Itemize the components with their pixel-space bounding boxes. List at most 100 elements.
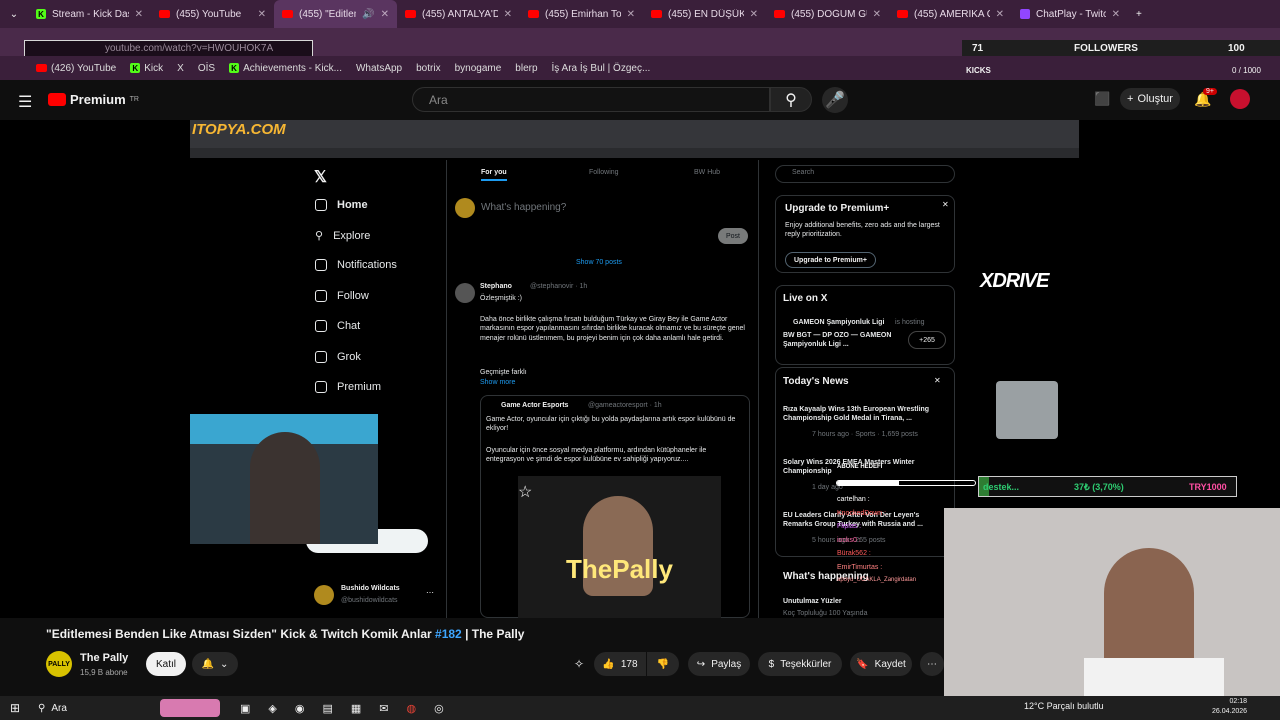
close-icon[interactable]: ✕ [873, 9, 881, 20]
premium-button[interactable]: Upgrade to Premium+ [785, 252, 876, 268]
bookmark-x[interactable]: X [177, 63, 184, 74]
sub-goal-label: ABONE HEDEFİ [837, 464, 883, 470]
post-author[interactable]: Stephano [480, 283, 512, 290]
close-icon[interactable]: ✕ [627, 9, 635, 20]
x-nav-premium[interactable]: Premium [315, 381, 381, 393]
mic-icon[interactable]: 🎤 [822, 87, 848, 113]
channel-name[interactable]: The Pally [80, 652, 128, 664]
account-avatar[interactable] [314, 585, 334, 605]
url-field[interactable]: youtube.com/watch?v=HWOUHOK7A [24, 40, 313, 57]
youtube-logo[interactable]: Premium TR [48, 92, 139, 107]
bookmark-blerp[interactable]: blerp [515, 63, 537, 74]
search-button[interactable]: ⚲ [770, 87, 812, 112]
twitch-favicon-icon [1020, 9, 1030, 19]
store-icon[interactable]: ▦ [351, 702, 361, 715]
dollar-icon: $ [768, 658, 775, 670]
bookmark-is-ara[interactable]: İş Ara İş Bul | Özgeç... [552, 63, 651, 74]
windows-start-icon[interactable]: ⊞ [0, 701, 30, 715]
quote-author: Game Actor Esports [501, 402, 569, 409]
tab-for-you[interactable]: For you [481, 169, 507, 181]
task-view-icon[interactable]: ▣ [240, 702, 250, 715]
clock[interactable]: 02:18 26.04.2026 [1212, 697, 1247, 717]
tab-3[interactable]: (455) ANTALYA'DA R✕ [397, 0, 520, 28]
x-search-input[interactable]: Search [775, 165, 955, 183]
new-tab-icon[interactable]: + [1128, 9, 1150, 20]
search-input[interactable]: Ara [412, 87, 770, 112]
create-button[interactable]: + Oluştur [1120, 88, 1180, 110]
trend-item[interactable]: Unutulmaz Yüzler [783, 597, 842, 606]
post-line1: Özleşmiştik :) [480, 295, 522, 302]
show-more-link[interactable]: Show more [480, 378, 515, 387]
sponsor-logo: XDRIVE [980, 270, 1049, 292]
file-explorer-icon[interactable]: ▤ [322, 702, 332, 715]
x-nav-follow[interactable]: Follow [315, 290, 369, 302]
tab-2[interactable]: (455) "Editleme🔊✕ [274, 0, 397, 28]
subscribe-bell-button[interactable]: 🔔 ⌄ [192, 652, 238, 676]
obs-icon[interactable]: ◎ [434, 702, 444, 715]
x-nav-home[interactable]: Home [315, 199, 368, 211]
notification-badge: 9+ [1203, 88, 1217, 95]
save-button[interactable]: 🔖 Kaydet [850, 652, 912, 676]
close-icon[interactable]: ✕ [258, 9, 266, 20]
quote-media[interactable]: ThePally ☆ [518, 476, 721, 618]
like-button[interactable]: 👍 178 [594, 652, 646, 676]
hashtag-link[interactable]: #182 [435, 627, 462, 641]
speaker-icon[interactable]: 🔊 [362, 9, 374, 20]
share-button[interactable]: ↪ Paylaş [688, 652, 750, 676]
close-icon[interactable]: ✕ [996, 9, 1004, 20]
sub-goal-bar [836, 480, 976, 486]
tab-search-icon[interactable]: ⌄ [0, 9, 28, 20]
bookmark-kick[interactable]: K Kick [130, 63, 163, 74]
tab-following[interactable]: Following [589, 169, 619, 176]
tab-5[interactable]: (455) EN DÜŞÜK PUA✕ [643, 0, 766, 28]
bookmark-achievements[interactable]: K Achievements - Kick... [229, 63, 342, 74]
bookmark-youtube[interactable]: (426) YouTube [36, 63, 116, 74]
close-icon[interactable]: ✕ [135, 9, 143, 20]
outlook-icon[interactable]: ✉ [379, 702, 388, 715]
post-button[interactable]: Post [718, 228, 748, 244]
bookmark-whatsapp[interactable]: WhatsApp [356, 63, 402, 74]
dislike-button[interactable]: 👎 [647, 652, 679, 676]
copilot-icon[interactable]: ◈ [268, 702, 276, 715]
thanks-button[interactable]: $ Teşekkürler [758, 652, 842, 676]
x-nav-notifications[interactable]: Notifications [315, 259, 397, 271]
tab-bw-hub[interactable]: BW Hub [694, 169, 720, 176]
close-icon[interactable]: ✕ [750, 9, 758, 20]
close-icon[interactable]: ✕ [934, 376, 941, 385]
followers-goal: 100 [1228, 43, 1245, 54]
x-nav-grok[interactable]: Grok [315, 351, 361, 363]
avatar[interactable] [1230, 89, 1250, 109]
edge-icon[interactable]: ◉ [295, 702, 305, 715]
chrome-icon[interactable]: ◍ [407, 702, 417, 715]
tab-0[interactable]: KStream - Kick Dashb✕ [28, 0, 151, 28]
tab-1[interactable]: (455) YouTube ✕ [151, 0, 274, 28]
show-posts-link[interactable]: Show 70 posts [576, 259, 622, 266]
x-nav-explore[interactable]: ⚲ Explore [315, 229, 370, 243]
more-icon[interactable]: ⋯ [426, 588, 434, 597]
news-item-0[interactable]: Rıza Kayaalp Wins 13th European Wrestlin… [783, 405, 948, 423]
weather-text[interactable]: 12°C Parçalı bulutlu [1024, 701, 1104, 711]
channel-avatar[interactable]: PALLY [46, 651, 72, 677]
tab-7[interactable]: (455) AMERİKA GEC✕ [889, 0, 1012, 28]
tab-6[interactable]: (455) DOĞUM GÜNÜ✕ [766, 0, 889, 28]
bookmark-botrix[interactable]: botrix [416, 63, 440, 74]
join-button[interactable]: Katıl [146, 652, 186, 676]
cast-icon[interactable]: ⬛ [1094, 91, 1110, 107]
tab-4[interactable]: (455) Emirhan Topçu✕ [520, 0, 643, 28]
compose-input[interactable]: What's happening? [481, 202, 566, 213]
bookmark-bynogame[interactable]: bynogame [455, 63, 502, 74]
trend-item-2[interactable]: Koç Topluluğu 100 Yaşında [783, 609, 867, 618]
close-icon[interactable]: ✕ [1112, 9, 1120, 20]
live-desc[interactable]: BW BGT — DP OZO — GAMEON Şampiyonluk Lig… [783, 331, 898, 349]
taskbar-search[interactable]: ⚲ Ara [30, 703, 160, 714]
plus-icon: + [1127, 93, 1134, 105]
close-icon[interactable]: ✕ [504, 9, 512, 20]
close-icon[interactable]: ✕ [381, 9, 389, 20]
ai-sparkle-icon[interactable]: ✧ [574, 657, 584, 671]
bookmark-ois[interactable]: OİS [198, 63, 215, 74]
x-nav-chat[interactable]: Chat [315, 320, 360, 332]
menu-icon[interactable]: ☰ [18, 92, 32, 112]
more-actions-button[interactable]: ⋯ [920, 652, 944, 676]
tab-8[interactable]: ChatPlay - Twitch & ✕ [1012, 0, 1128, 28]
close-icon[interactable]: ✕ [942, 200, 949, 209]
